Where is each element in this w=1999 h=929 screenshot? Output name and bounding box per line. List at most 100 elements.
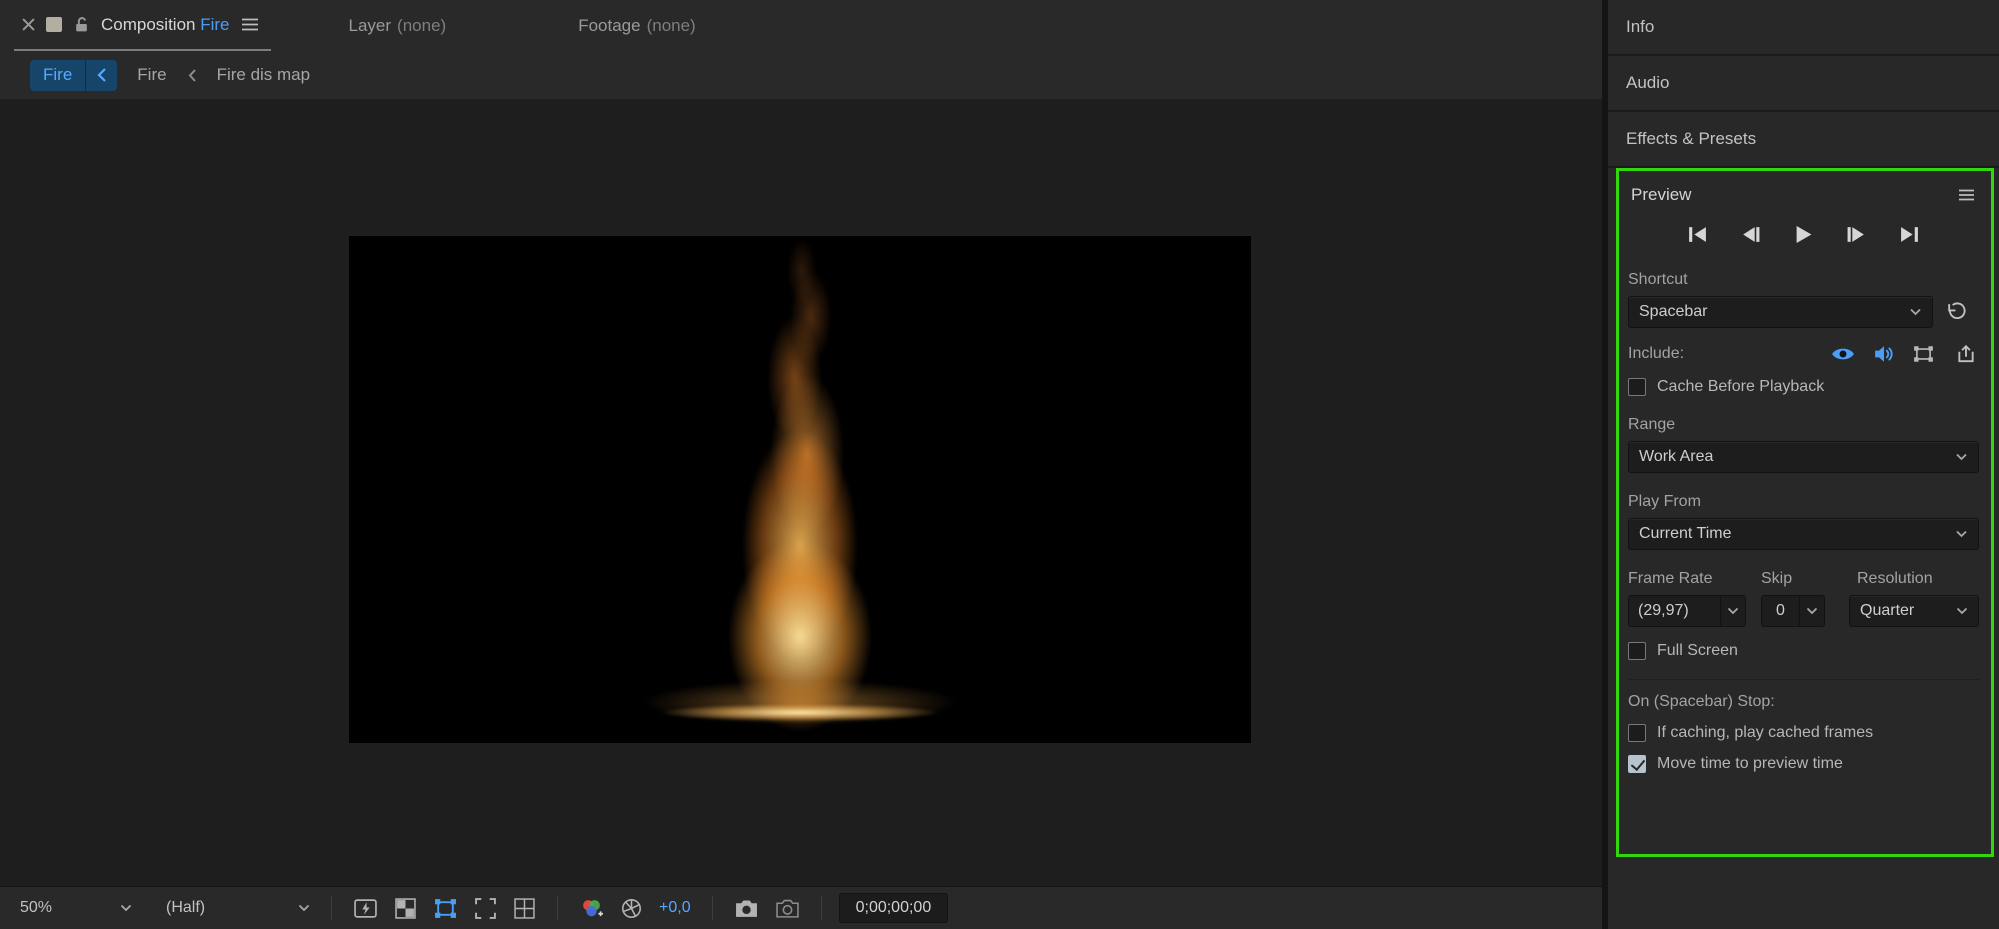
shortcut-row: Spacebar <box>1628 296 1979 328</box>
include-audio-speaker-icon[interactable] <box>1874 345 1894 363</box>
magnification-dropdown[interactable]: 50% <box>12 893 140 923</box>
chevron-down-icon[interactable] <box>1720 595 1746 627</box>
export-frame-icon[interactable] <box>1956 345 1976 363</box>
breadcrumb-active-label: Fire <box>43 65 73 84</box>
tab-layer-value: (none) <box>397 15 447 35</box>
play-from-label: Play From <box>1628 493 1701 510</box>
panel-audio-label: Audio <box>1626 73 1670 92</box>
exposure-icon[interactable] <box>612 898 651 919</box>
preview-resolution-dropdown[interactable]: Quarter <box>1849 595 1979 627</box>
range-value: Work Area <box>1639 448 1714 465</box>
breadcrumb-grandparent-comp[interactable]: Fire dis map <box>217 65 311 85</box>
full-screen-row[interactable]: Full Screen <box>1628 642 1979 660</box>
tab-composition-title: Composition Fire <box>101 15 230 35</box>
previous-frame-button[interactable] <box>1738 223 1764 245</box>
if-caching-checkbox[interactable] <box>1628 724 1646 742</box>
if-caching-row[interactable]: If caching, play cached frames <box>1628 724 1979 742</box>
include-video-eye-icon[interactable] <box>1831 346 1855 362</box>
unlock-icon[interactable] <box>73 16 90 33</box>
panel-tab-effects-presets[interactable]: Effects & Presets <box>1608 112 1999 168</box>
tab-footage-value: (none) <box>646 15 696 35</box>
tab-composition-name: Fire <box>200 14 230 34</box>
right-panel-stack: Info Audio Effects & Presets Preview Sho… <box>1602 0 1999 929</box>
play-from-value: Current Time <box>1639 525 1732 542</box>
shortcut-value: Spacebar <box>1639 303 1708 320</box>
move-time-row[interactable]: Move time to preview time <box>1628 755 1979 773</box>
viewer-statusbar: 50% (Half) +0,0 0;00;00;00 <box>0 886 1602 929</box>
take-snapshot-icon[interactable] <box>726 899 767 918</box>
chevron-left-icon[interactable] <box>86 67 117 83</box>
if-caching-label: If caching, play cached frames <box>1657 724 1874 741</box>
tab-footage-label: Footage <box>578 15 641 35</box>
mask-visibility-icon[interactable] <box>425 898 466 919</box>
panel-tab-audio[interactable]: Audio <box>1608 56 1999 112</box>
range-label: Range <box>1628 416 1676 433</box>
include-row: Include: <box>1628 345 1979 363</box>
transparency-grid-icon[interactable] <box>386 897 425 919</box>
include-overlays-icon[interactable] <box>1913 345 1934 363</box>
full-screen-label: Full Screen <box>1657 642 1738 659</box>
cache-before-playback-label: Cache Before Playback <box>1657 378 1825 395</box>
range-dropdown[interactable]: Work Area <box>1628 441 1979 473</box>
preview-resolution-label: Resolution <box>1857 570 1933 587</box>
panel-info-label: Info <box>1626 17 1655 36</box>
resolution-dropdown[interactable]: (Half) <box>158 893 318 923</box>
include-toggles <box>1831 345 1934 363</box>
preview-header[interactable]: Preview <box>1628 185 1979 205</box>
panel-tab-info[interactable]: Info <box>1608 0 1999 56</box>
play-from-dropdown[interactable]: Current Time <box>1628 518 1979 550</box>
on-spacebar-stop-label: On (Spacebar) Stop: <box>1628 693 1775 710</box>
breadcrumb-parent-comp[interactable]: Fire <box>137 65 166 85</box>
separator <box>557 896 558 920</box>
region-of-interest-icon[interactable] <box>466 897 505 919</box>
grid-and-guides-icon[interactable] <box>505 897 544 919</box>
shortcut-dropdown[interactable]: Spacebar <box>1628 296 1933 328</box>
preview-resolution-value: Quarter <box>1860 602 1915 619</box>
close-tab-icon[interactable] <box>22 18 35 31</box>
skip-value: 0 <box>1761 595 1799 627</box>
skip-label: Skip <box>1761 570 1793 587</box>
tab-layer-label: Layer <box>348 15 392 35</box>
preview-title: Preview <box>1631 185 1692 204</box>
tab-layer[interactable]: Layer (none) <box>349 0 447 51</box>
show-snapshot-icon[interactable] <box>767 899 808 918</box>
magnification-value: 50% <box>20 899 53 916</box>
composition-viewer: Composition Fire Layer (none) Footage (n… <box>0 0 1602 929</box>
channels-icon[interactable] <box>571 898 612 919</box>
shortcut-label: Shortcut <box>1628 271 1688 288</box>
full-screen-checkbox[interactable] <box>1628 642 1646 660</box>
composition-canvas[interactable] <box>349 236 1251 743</box>
next-frame-button[interactable] <box>1844 223 1870 245</box>
fire-render <box>349 236 1251 743</box>
include-label: Include: <box>1628 345 1685 362</box>
composition-viewport[interactable] <box>0 99 1602 886</box>
panel-effects-presets-label: Effects & Presets <box>1626 129 1757 148</box>
tab-composition[interactable]: Composition Fire <box>14 0 271 51</box>
breadcrumb-active-comp[interactable]: Fire <box>30 59 118 91</box>
resolution-value: (Half) <box>166 899 206 916</box>
cache-before-playback-checkbox[interactable] <box>1628 378 1646 396</box>
tab-footage[interactable]: Footage (none) <box>578 0 696 51</box>
panel-menu-icon[interactable] <box>241 18 259 31</box>
transport-controls <box>1628 223 1979 245</box>
last-frame-button[interactable] <box>1897 223 1923 245</box>
frame-rate-value: (29,97) <box>1628 595 1720 627</box>
skip-dropdown[interactable]: 0 <box>1761 595 1825 627</box>
play-button[interactable] <box>1791 223 1817 245</box>
viewer-tabbar: Composition Fire Layer (none) Footage (n… <box>0 0 1602 51</box>
frame-rate-dropdown[interactable]: (29,97) <box>1628 595 1746 627</box>
frame-rate-skip-resolution-labels: Frame Rate Skip Resolution <box>1628 570 1979 588</box>
timecode-display[interactable]: 0;00;00;00 <box>838 893 949 923</box>
cache-before-playback-row[interactable]: Cache Before Playback <box>1628 378 1979 396</box>
frame-rate-skip-resolution-row: (29,97) 0 Quarter <box>1628 595 1979 627</box>
preview-menu-icon[interactable] <box>1958 189 1975 201</box>
exposure-value[interactable]: +0,0 <box>659 899 691 917</box>
tab-composition-label: Composition <box>101 14 196 34</box>
fast-previews-icon[interactable] <box>345 898 386 919</box>
chevron-down-icon[interactable] <box>1799 595 1825 627</box>
after-effects-window: Composition Fire Layer (none) Footage (n… <box>0 0 1999 929</box>
move-time-checkbox[interactable] <box>1628 755 1646 773</box>
first-frame-button[interactable] <box>1685 223 1711 245</box>
reset-shortcut-icon[interactable] <box>1933 302 1979 322</box>
separator <box>711 896 713 920</box>
